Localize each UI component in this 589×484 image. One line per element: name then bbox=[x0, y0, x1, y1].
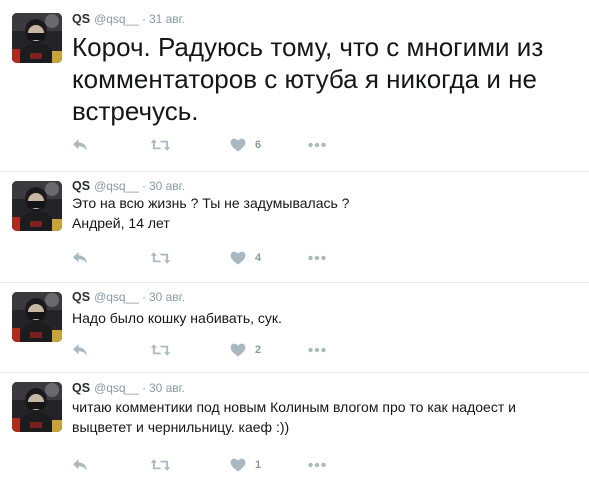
retweet-icon bbox=[150, 138, 171, 152]
like-button[interactable]: 4 bbox=[230, 249, 261, 267]
user-name[interactable]: QS bbox=[72, 381, 90, 395]
avatar[interactable] bbox=[12, 292, 62, 342]
heart-icon bbox=[230, 251, 246, 265]
reply-button[interactable] bbox=[72, 341, 88, 359]
retweet-button[interactable] bbox=[150, 456, 171, 474]
like-count: 6 bbox=[255, 139, 262, 151]
separator: · bbox=[141, 381, 146, 395]
timeline: QS @qsq__ · 31 авг. Короч. Радуюсь тому, чт… bbox=[0, 0, 589, 484]
tweet-actions: 2 bbox=[72, 341, 372, 359]
like-count: 1 bbox=[255, 459, 262, 471]
like-count: 2 bbox=[255, 344, 262, 356]
more-button[interactable] bbox=[308, 341, 326, 359]
tweet-header: QS @qsq__ · 30 авг. bbox=[72, 178, 185, 194]
tweet-actions: 1 bbox=[72, 456, 372, 474]
tweet-actions: 6 bbox=[72, 136, 372, 154]
tweet-date[interactable]: 30 авг. bbox=[149, 290, 185, 304]
more-button[interactable] bbox=[308, 456, 326, 474]
more-icon bbox=[308, 142, 326, 148]
tweet-date[interactable]: 31 авг. bbox=[149, 12, 185, 26]
tweet-actions: 4 bbox=[72, 249, 372, 267]
more-icon bbox=[308, 462, 326, 468]
reply-button[interactable] bbox=[72, 249, 88, 267]
reply-icon bbox=[72, 138, 88, 152]
separator: · bbox=[141, 179, 146, 193]
heart-icon bbox=[230, 138, 246, 152]
like-button[interactable]: 2 bbox=[230, 341, 261, 359]
more-button[interactable] bbox=[308, 136, 326, 154]
user-handle[interactable]: @qsq__ bbox=[94, 290, 139, 304]
separator: · bbox=[141, 290, 146, 304]
tweet-text: Надо было кошку набивать, сук. bbox=[72, 310, 282, 326]
user-name[interactable]: QS bbox=[72, 290, 90, 304]
retweet-button[interactable] bbox=[150, 249, 171, 267]
tweet-text: Короч. Радуюсь тому, что с многими из ко… bbox=[72, 32, 544, 126]
tweet-date[interactable]: 30 авг. bbox=[149, 179, 185, 193]
reply-button[interactable] bbox=[72, 136, 88, 154]
like-count: 4 bbox=[255, 252, 262, 264]
retweet-button[interactable] bbox=[150, 136, 171, 154]
tweet-text: Это на всю жизнь ? Ты не задумывалась ? … bbox=[72, 193, 579, 233]
more-icon bbox=[308, 255, 326, 261]
avatar[interactable] bbox=[12, 181, 62, 231]
tweet[interactable]: QS @qsq__ · 31 авг. Короч. Радуюсь тому, чт… bbox=[0, 0, 589, 172]
tweet-text: читаю комментики под новым Колиным влого… bbox=[72, 399, 516, 435]
heart-icon bbox=[230, 458, 246, 472]
retweet-icon bbox=[150, 458, 171, 472]
tweet[interactable]: QS @qsq__ · 30 авг. читаю комментики под но… bbox=[0, 373, 589, 484]
user-handle[interactable]: @qsq__ bbox=[94, 12, 139, 26]
tweet-header: QS @qsq__ · 30 авг. bbox=[72, 380, 185, 396]
user-name[interactable]: QS bbox=[72, 179, 90, 193]
reply-icon bbox=[72, 251, 88, 265]
user-name[interactable]: QS bbox=[72, 12, 90, 26]
user-handle[interactable]: @qsq__ bbox=[94, 179, 139, 193]
heart-icon bbox=[230, 343, 246, 357]
like-button[interactable]: 6 bbox=[230, 136, 261, 154]
reply-icon bbox=[72, 458, 88, 472]
retweet-button[interactable] bbox=[150, 341, 171, 359]
like-button[interactable]: 1 bbox=[230, 456, 261, 474]
tweet-text-line: Это на всю жизнь ? Ты не задумывалась ? bbox=[72, 195, 350, 211]
tweet-header: QS @qsq__ · 31 авг. bbox=[72, 11, 185, 27]
tweet-text-line: Андрей, 14 лет bbox=[72, 215, 170, 231]
tweet[interactable]: QS @qsq__ · 30 авг. Надо было кошку набиват… bbox=[0, 283, 589, 373]
tweet-date[interactable]: 30 авг. bbox=[149, 381, 185, 395]
avatar[interactable] bbox=[12, 13, 62, 63]
tweet[interactable]: QS @qsq__ · 30 авг. Это на всю жизнь ? Ты н… bbox=[0, 172, 589, 283]
more-icon bbox=[308, 347, 326, 353]
retweet-icon bbox=[150, 251, 171, 265]
retweet-icon bbox=[150, 343, 171, 357]
reply-icon bbox=[72, 343, 88, 357]
tweet-header: QS @qsq__ · 30 авг. bbox=[72, 289, 185, 305]
separator: · bbox=[141, 12, 146, 26]
reply-button[interactable] bbox=[72, 456, 88, 474]
more-button[interactable] bbox=[308, 249, 326, 267]
avatar[interactable] bbox=[12, 382, 62, 432]
user-handle[interactable]: @qsq__ bbox=[94, 381, 139, 395]
